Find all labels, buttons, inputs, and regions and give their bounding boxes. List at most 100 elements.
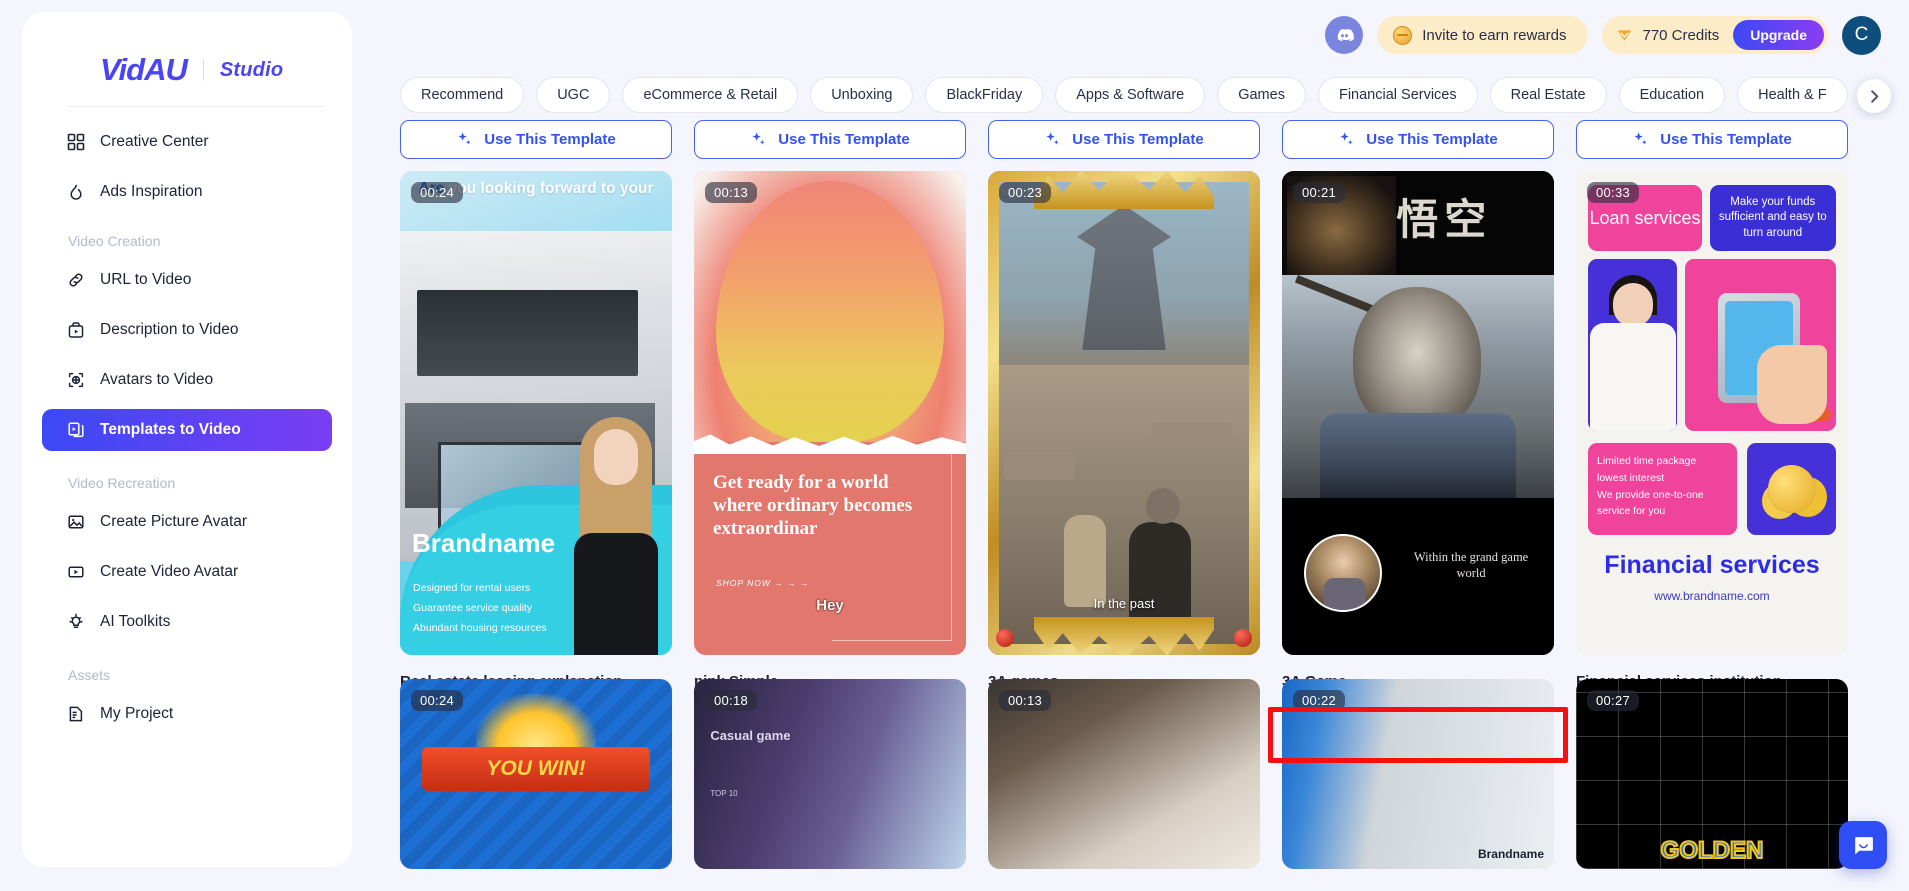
- avatar[interactable]: C: [1842, 15, 1881, 55]
- top-header: Invite to earn rewards 770 Credits Upgra…: [352, 0, 1909, 70]
- brand-product: Studio: [219, 58, 284, 81]
- sidebar-item-my-project[interactable]: My Project: [42, 693, 332, 735]
- app-root: VidAU Studio Creative Center Ads Inspira…: [0, 0, 1909, 891]
- grid-icon: [66, 133, 85, 152]
- tab-ecommerce-retail[interactable]: eCommerce & Retail: [622, 77, 799, 113]
- tab-financial-services[interactable]: Financial Services: [1317, 77, 1478, 113]
- tab-recommend[interactable]: Recommend: [400, 77, 525, 113]
- template-row-main: Brandname Designed for rental users Guar…: [400, 171, 1848, 763]
- overlay-url: www.brandname.com: [1654, 589, 1770, 603]
- sidebar-item-label: Create Video Avatar: [100, 563, 239, 580]
- tab-unboxing[interactable]: Unboxing: [810, 77, 914, 113]
- overlay-bullet: Guarantee service quality: [413, 602, 533, 615]
- description-icon: [66, 321, 85, 340]
- upgrade-button[interactable]: Upgrade: [1733, 20, 1824, 50]
- use-template-label: Use This Template: [778, 131, 910, 148]
- tab-apps-software[interactable]: Apps & Software: [1055, 77, 1206, 113]
- use-template-button[interactable]: Use This Template: [1282, 120, 1554, 159]
- templates-icon: [66, 421, 85, 440]
- tab-games[interactable]: Games: [1217, 77, 1306, 113]
- sidebar-item-label: Avatars to Video: [100, 371, 214, 388]
- use-template-button[interactable]: Use This Template: [1576, 120, 1848, 159]
- template-card: Use This Template: [1576, 120, 1848, 160]
- invite-to-earn-rewards-button[interactable]: Invite to earn rewards: [1377, 16, 1589, 54]
- use-template-label: Use This Template: [1660, 131, 1792, 148]
- sidebar-item-label: Create Picture Avatar: [100, 513, 248, 530]
- use-template-label: Use This Template: [1072, 131, 1204, 148]
- art-rock: [1004, 451, 1076, 480]
- sidebar-item-create-video-avatar[interactable]: Create Video Avatar: [42, 551, 332, 593]
- sidebar-item-avatars-to-video[interactable]: Avatars to Video: [42, 359, 332, 401]
- sidebar-item-label: URL to Video: [100, 271, 192, 288]
- video-icon: [66, 563, 85, 582]
- sparkle-icon: [1044, 131, 1061, 148]
- chat-bubble-icon[interactable]: [1839, 821, 1887, 869]
- overlay-headline-rest: you looking forward to your: [444, 180, 654, 197]
- sidebar-item-create-picture-avatar[interactable]: Create Picture Avatar: [42, 501, 332, 543]
- template-thumbnail[interactable]: Get ready for a world where ordinary bec…: [694, 171, 966, 655]
- sidebar-nav: Creative Center Ads Inspiration Video Cr…: [22, 107, 352, 735]
- tab-blackfriday[interactable]: BlackFriday: [925, 77, 1044, 113]
- tab-ugc[interactable]: UGC: [536, 77, 611, 113]
- avatar-target-icon: [66, 371, 85, 390]
- template-thumbnail[interactable]: 悟空 Within the grand game world 00:21: [1282, 171, 1554, 655]
- tab-health[interactable]: Health & F: [1737, 77, 1848, 113]
- overlay-bullets: Designed for rental users Guarantee serv…: [413, 579, 547, 639]
- art-presenter: [1588, 259, 1678, 431]
- overlay-tile-funds: Make your funds sufficient and easy to t…: [1709, 185, 1836, 251]
- overlay-tile-limited: Limited time package lowest interest We …: [1588, 443, 1737, 535]
- template-thumbnail[interactable]: Loan services Make your funds sufficient…: [1576, 171, 1848, 655]
- brand-divider: [202, 59, 204, 81]
- brand[interactable]: VidAU Studio: [22, 12, 352, 92]
- sparkle-icon: [750, 131, 767, 148]
- sidebar-item-description-to-video[interactable]: Description to Video: [42, 309, 332, 351]
- template-card: Casual game TOP 10 00:18: [694, 679, 966, 869]
- tab-education[interactable]: Education: [1618, 77, 1726, 113]
- sparkle-icon: [1632, 131, 1649, 148]
- duration-badge: 00:27: [1587, 690, 1640, 711]
- overlay-headline: Get ready for a world where ordinary bec…: [713, 472, 913, 540]
- overlay-title: Financial services: [1604, 551, 1820, 579]
- link-icon: [66, 271, 85, 290]
- discord-icon[interactable]: [1325, 16, 1364, 54]
- thumbnail-art: Loan services Make your funds sufficient…: [1576, 171, 1848, 655]
- use-template-button[interactable]: Use This Template: [400, 120, 672, 159]
- credits-pill[interactable]: 770 Credits Upgrade: [1602, 16, 1828, 54]
- duration-badge: 00:13: [999, 690, 1052, 711]
- template-grid: Use This Template Use This Template Use …: [352, 120, 1909, 891]
- sidebar-item-url-to-video[interactable]: URL to Video: [42, 259, 332, 301]
- sidebar-item-ads-inspiration[interactable]: Ads Inspiration: [42, 171, 332, 213]
- template-thumbnail[interactable]: GOLDEN 00:27: [1576, 679, 1848, 869]
- overlay-brand: Brandname: [412, 528, 556, 558]
- sparkle-icon: [1338, 131, 1355, 148]
- template-thumbnail[interactable]: Casual game TOP 10 00:18: [694, 679, 966, 869]
- template-thumbnail[interactable]: YOU WIN! 00:24: [400, 679, 672, 869]
- sidebar-item-label: Templates to Video: [100, 421, 241, 438]
- template-card: GOLDEN 00:27: [1576, 679, 1848, 869]
- duration-badge: 00:22: [1293, 690, 1346, 711]
- sidebar-item-label: AI Toolkits: [100, 613, 171, 630]
- template-thumbnail[interactable]: Brandname 00:22: [1282, 679, 1554, 869]
- template-thumbnail[interactable]: In the past 00:23: [988, 171, 1260, 655]
- sidebar-item-ai-toolkits[interactable]: AI Toolkits: [42, 601, 332, 643]
- next-arrow-icon[interactable]: [1857, 79, 1891, 113]
- overlay-bullet: Designed for rental users: [413, 582, 531, 595]
- duration-badge: 00:24: [411, 182, 464, 203]
- sidebar-item-creative-center[interactable]: Creative Center: [42, 121, 332, 163]
- use-template-button[interactable]: Use This Template: [694, 120, 966, 159]
- template-card: YOU WIN! 00:24: [400, 679, 672, 869]
- sidebar-group-video-recreation: Video Recreation: [68, 475, 176, 491]
- use-template-label: Use This Template: [484, 131, 616, 148]
- sidebar-item-templates-to-video[interactable]: Templates to Video: [42, 409, 332, 451]
- tab-real-estate[interactable]: Real Estate: [1489, 77, 1607, 113]
- template-thumbnail[interactable]: Brandname Designed for rental users Guar…: [400, 171, 672, 655]
- overlay-caption: Hey: [816, 596, 844, 614]
- overlay-caption: Within the grand game world: [1413, 549, 1529, 581]
- category-tabs: Recommend UGC eCommerce & Retail Unboxin…: [352, 70, 1909, 120]
- template-card: Use This Template: [694, 120, 966, 160]
- template-thumbnail[interactable]: 00:13: [988, 679, 1260, 869]
- template-card: Use This Template: [1282, 120, 1554, 160]
- template-card: Use This Template: [988, 120, 1260, 160]
- use-template-button[interactable]: Use This Template: [988, 120, 1260, 159]
- sidebar-group-video-creation: Video Creation: [68, 233, 161, 249]
